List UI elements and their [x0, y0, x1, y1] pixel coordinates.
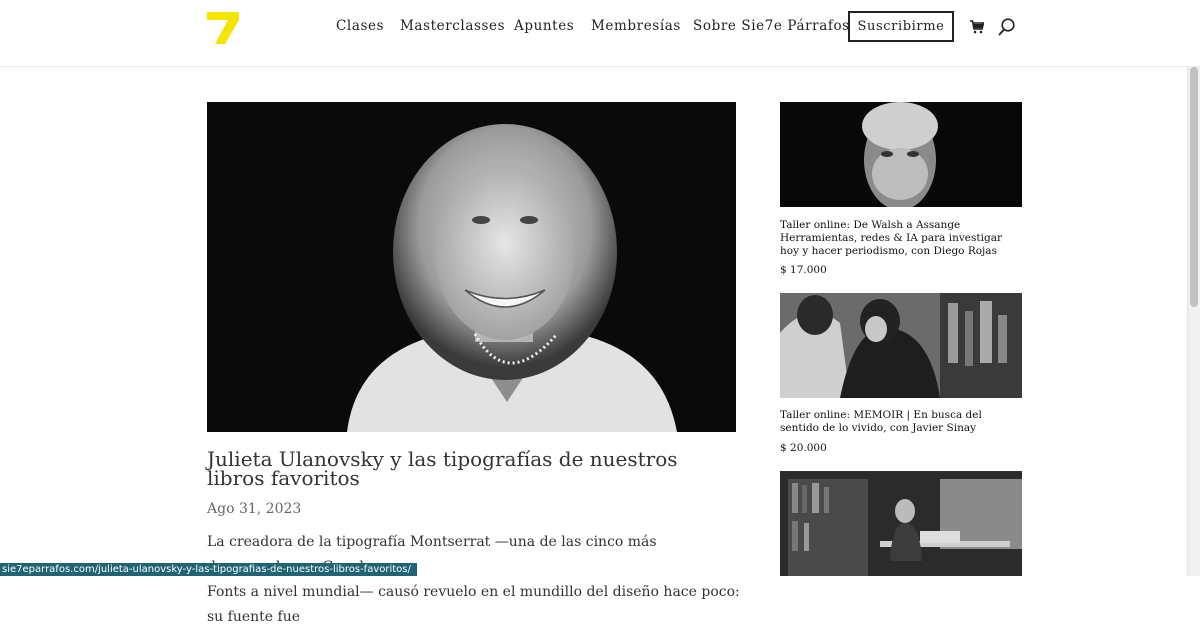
- product-image[interactable]: [780, 471, 1022, 576]
- nav-item-apuntes[interactable]: Apuntes: [514, 18, 574, 34]
- nav-item-masterclasses[interactable]: Masterclasses: [400, 18, 505, 34]
- scrollbar-thumb[interactable]: [1190, 67, 1198, 307]
- product-title[interactable]: Taller online: MEMOIR | En busca del sen…: [780, 409, 1022, 435]
- status-bar-url: sie7eparrafos.com/julieta-ulanovsky-y-la…: [0, 563, 417, 576]
- nav-item-sobre[interactable]: Sobre Sie7e Párrafos: [693, 18, 850, 34]
- subscribe-button[interactable]: Suscribirme: [848, 11, 954, 42]
- nav-item-membresias[interactable]: Membresías: [591, 18, 681, 34]
- post-title[interactable]: Julieta Ulanovsky y las tipografías de n…: [207, 449, 727, 488]
- product-image[interactable]: [780, 102, 1022, 207]
- search-icon[interactable]: [998, 18, 1016, 36]
- excerpt-line: Fonts a nivel mundial— causó revuelo en …: [207, 584, 740, 625]
- nav-item-clases[interactable]: Clases: [336, 18, 384, 34]
- post-excerpt: La creadora de la tipografía Montserrat …: [207, 530, 747, 630]
- product-price: $ 17.000: [780, 264, 827, 276]
- product-title[interactable]: Taller online: De Walsh a Assange Herram…: [780, 219, 1022, 258]
- site-header: Clases Masterclasses Apuntes Membresías …: [0, 0, 1200, 67]
- product-image[interactable]: [780, 293, 1022, 398]
- post-featured-image[interactable]: [207, 102, 736, 432]
- product-price: $ 20.000: [780, 442, 827, 454]
- post-date: Ago 31, 2023: [207, 501, 302, 517]
- page-scrollbar[interactable]: [1187, 67, 1200, 576]
- sie7e-parrafos-logo[interactable]: [205, 9, 241, 45]
- cart-icon[interactable]: [970, 20, 984, 34]
